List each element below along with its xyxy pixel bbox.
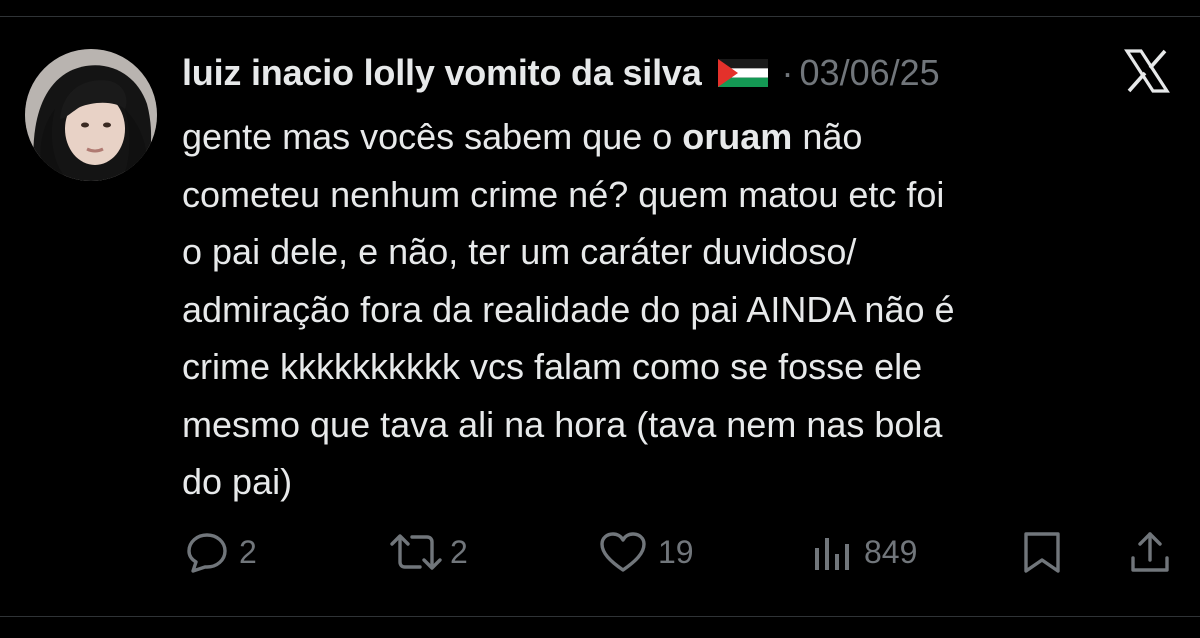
post-text-line: mesmo que tava ali na hora (tava nem nas…: [182, 403, 943, 445]
top-divider: [0, 16, 1200, 17]
like-button[interactable]: 19: [598, 524, 694, 580]
post-header: luiz inacio lolly vomito da silva · 03/0…: [182, 48, 940, 98]
profile-photo: [25, 49, 157, 181]
reply-button[interactable]: 2: [185, 524, 257, 580]
post-text-segment: gente mas vocês sabem que o: [182, 116, 683, 157]
views-count: 849: [864, 533, 918, 570]
repost-count: 2: [450, 533, 468, 570]
views-chart-icon: [815, 538, 849, 570]
mention-oruam[interactable]: oruam: [682, 116, 792, 157]
share-icon: [1131, 532, 1169, 572]
post-date[interactable]: 03/06/25: [800, 52, 940, 94]
post-text-line: gente mas vocês sabem que o oruam não: [182, 108, 1172, 166]
post-text-line: admiração fora da realidade do pai AINDA…: [182, 288, 955, 330]
palestine-flag-icon: [717, 59, 768, 87]
post-text-segment: não: [792, 116, 863, 157]
reply-icon: [187, 533, 227, 573]
post-text-line: cometeu nenhum crime né? quem matou etc …: [182, 173, 945, 215]
heart-icon: [600, 532, 646, 572]
bookmark-icon: [1024, 532, 1060, 573]
repost-button[interactable]: 2: [388, 524, 468, 580]
reply-count: 2: [239, 533, 257, 570]
like-count: 19: [658, 533, 694, 570]
avatar[interactable]: [25, 49, 157, 181]
views-button[interactable]: 849: [810, 524, 917, 580]
bookmark-button[interactable]: [1020, 524, 1064, 580]
post-text-line: o pai dele, e não, ter um caráter duvido…: [182, 231, 857, 272]
action-bar: 2 2 19 849: [0, 524, 1200, 580]
x-logo-icon[interactable]: [1124, 48, 1170, 94]
repost-icon: [390, 534, 442, 570]
share-button[interactable]: [1128, 524, 1172, 580]
post-text-line: do pai): [182, 461, 293, 502]
bottom-divider: [0, 616, 1200, 617]
author-name[interactable]: luiz inacio lolly vomito da silva: [182, 52, 702, 94]
post-text-line: crime kkkkkkkkkk vcs falam como se fosse…: [182, 346, 923, 387]
post-text: gente mas vocês sabem que o oruam não co…: [182, 108, 1172, 511]
separator-dot: ·: [781, 52, 794, 93]
